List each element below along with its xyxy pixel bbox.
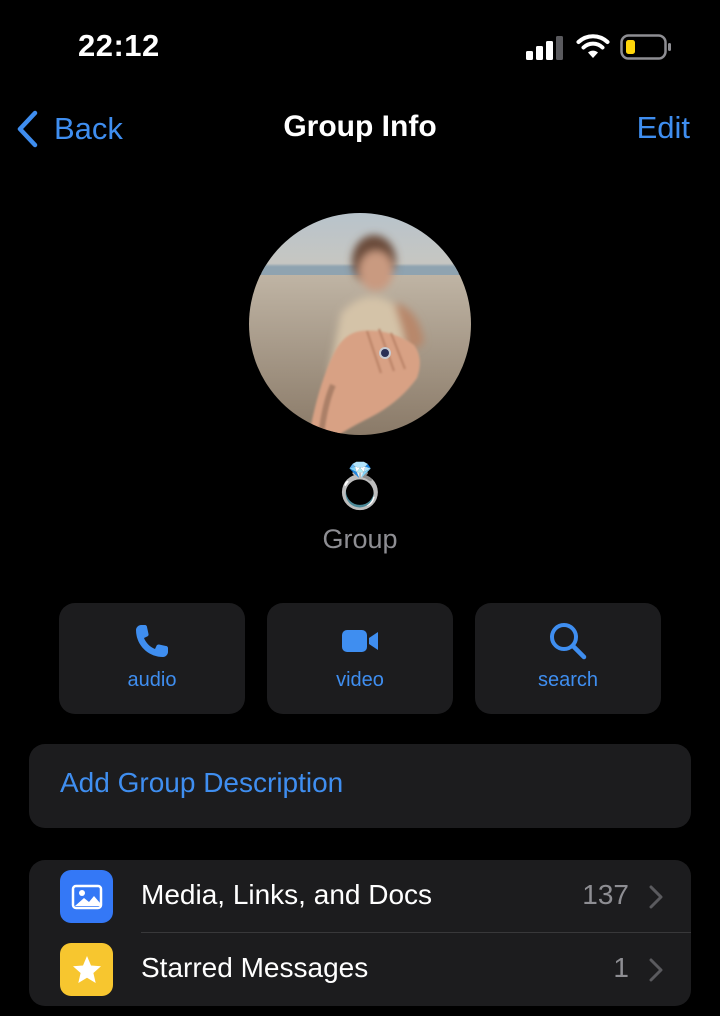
add-group-description-label: Add Group Description [60,767,344,798]
back-button[interactable]: Back [14,106,123,152]
photo-icon [60,870,113,923]
video-label: video [336,669,384,691]
list-item-label: Media, Links, and Docs [141,879,433,910]
magnifier-icon [550,623,587,660]
status-time: 22:12 [78,28,160,63]
list-item-label: Starred Messages [141,952,369,983]
back-label: Back [54,111,123,146]
cellular-signal-icon [526,36,563,60]
audio-label: audio [127,669,177,691]
chevron-right-icon [649,885,663,909]
edit-button[interactable]: Edit [637,110,690,146]
chevron-right-icon [649,958,663,982]
list-item-starred-messages[interactable]: Starred Messages 1 [29,933,691,1006]
search-button[interactable]: search [475,603,661,714]
list-item-media-links-docs[interactable]: Media, Links, and Docs 137 [29,860,691,933]
audio-call-button[interactable]: audio [59,603,245,714]
chevron-left-icon [17,110,38,148]
group-name-ring-emoji: 💍 [332,462,388,511]
navigation-bar: Back Group Info Edit [0,96,720,162]
group-info-list: Media, Links, and Docs 137 Starred Messa… [29,860,691,1006]
group-subtitle: Group [322,524,398,554]
add-group-description-button[interactable]: Add Group Description [29,744,691,828]
group-photo [249,213,471,435]
search-label: search [537,669,599,691]
list-item-count: 137 [582,879,629,910]
wifi-icon [576,34,610,58]
video-camera-icon [342,630,378,652]
status-bar: 22:12 [0,0,720,96]
group-avatar[interactable] [249,213,471,435]
phone-icon [136,625,168,657]
battery-low-icon [620,34,671,60]
list-item-count: 1 [613,952,629,983]
star-icon [60,943,113,996]
video-call-button[interactable]: video [267,603,453,714]
